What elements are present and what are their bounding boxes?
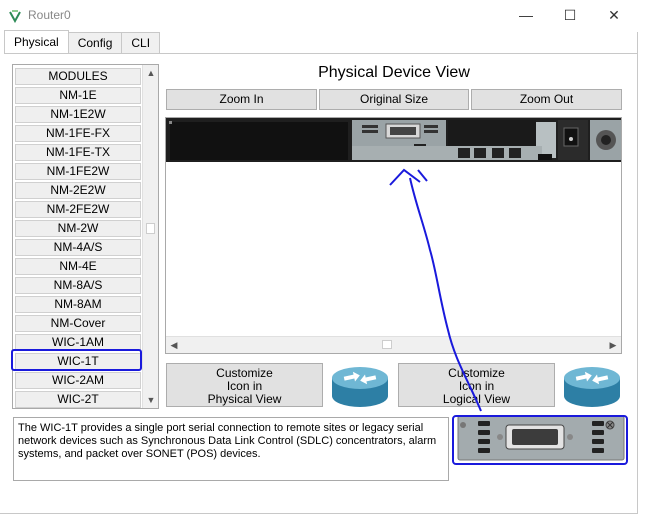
title-bar: Router0 — ☐ ✕: [0, 0, 638, 32]
module-item[interactable]: NM-2FE2W: [15, 201, 141, 218]
module-item[interactable]: NM-1E: [15, 87, 141, 104]
module-item[interactable]: NM-1FE-TX: [15, 144, 141, 161]
scroll-thumb[interactable]: [146, 223, 155, 234]
module-item[interactable]: NM-2W: [15, 220, 141, 237]
zoom-out-button[interactable]: Zoom Out: [471, 89, 622, 110]
original-size-button[interactable]: Original Size: [319, 89, 469, 110]
button-label-line: Logical View: [442, 392, 511, 406]
module-description: The WIC-1T provides a single port serial…: [13, 417, 449, 481]
tab-physical[interactable]: Physical: [4, 30, 69, 53]
router-config-window: Router0 — ☐ ✕ Physical Config CLI MODULE…: [0, 0, 638, 514]
minimize-button[interactable]: —: [512, 4, 540, 26]
module-item[interactable]: NM-4E: [15, 258, 141, 275]
module-list-scrollbar[interactable]: ▲ ▼: [142, 65, 158, 408]
window-title: Router0: [28, 8, 71, 22]
close-button[interactable]: ✕: [600, 4, 628, 26]
tab-config[interactable]: Config: [67, 32, 123, 53]
router-icon: [564, 367, 620, 407]
module-item[interactable]: NM-4A/S: [15, 239, 141, 256]
module-item-selected[interactable]: WIC-1T: [15, 353, 141, 370]
module-item[interactable]: WIC-2AM: [15, 372, 141, 389]
device-view-pane[interactable]: ◀ ▶: [165, 117, 622, 354]
module-list[interactable]: MODULES NM-1E NM-1E2W NM-1FE-FX NM-1FE-T…: [12, 64, 159, 409]
button-label-line: Physical View: [207, 392, 282, 406]
module-item[interactable]: NM-8AM: [15, 296, 141, 313]
customize-logical-icon-button[interactable]: Customize Icon in Logical View: [398, 363, 555, 407]
scroll-up-icon[interactable]: ▲: [143, 65, 158, 81]
module-item[interactable]: WIC-1AM: [15, 334, 141, 351]
device-view-title: Physical Device View: [318, 64, 470, 81]
module-item[interactable]: NM-Cover: [15, 315, 141, 332]
module-item[interactable]: NM-1FE-FX: [15, 125, 141, 142]
tab-cli[interactable]: CLI: [121, 32, 161, 53]
tab-bar: Physical Config CLI: [4, 30, 161, 54]
module-list-header: MODULES: [15, 68, 141, 85]
scroll-thumb[interactable]: [382, 340, 392, 349]
device-view-scrollbar[interactable]: ◀ ▶: [166, 336, 621, 353]
scroll-left-icon[interactable]: ◀: [166, 337, 182, 353]
router-chassis-image: [166, 118, 621, 162]
packet-tracer-icon: [9, 10, 21, 23]
module-item[interactable]: NM-1FE2W: [15, 163, 141, 180]
zoom-in-button[interactable]: Zoom In: [166, 89, 317, 110]
scroll-right-icon[interactable]: ▶: [605, 337, 621, 353]
customize-physical-icon-button[interactable]: Customize Icon in Physical View: [166, 363, 323, 407]
module-item[interactable]: WIC-2T: [15, 391, 141, 408]
module-item[interactable]: NM-2E2W: [15, 182, 141, 199]
module-item[interactable]: NM-1E2W: [15, 106, 141, 123]
maximize-button[interactable]: ☐: [556, 4, 584, 26]
tab-divider: [4, 53, 638, 54]
router-icon: [332, 367, 388, 407]
wic-1t-module-icon: [457, 415, 625, 461]
module-item[interactable]: NM-8A/S: [15, 277, 141, 294]
scroll-down-icon[interactable]: ▼: [143, 392, 158, 408]
